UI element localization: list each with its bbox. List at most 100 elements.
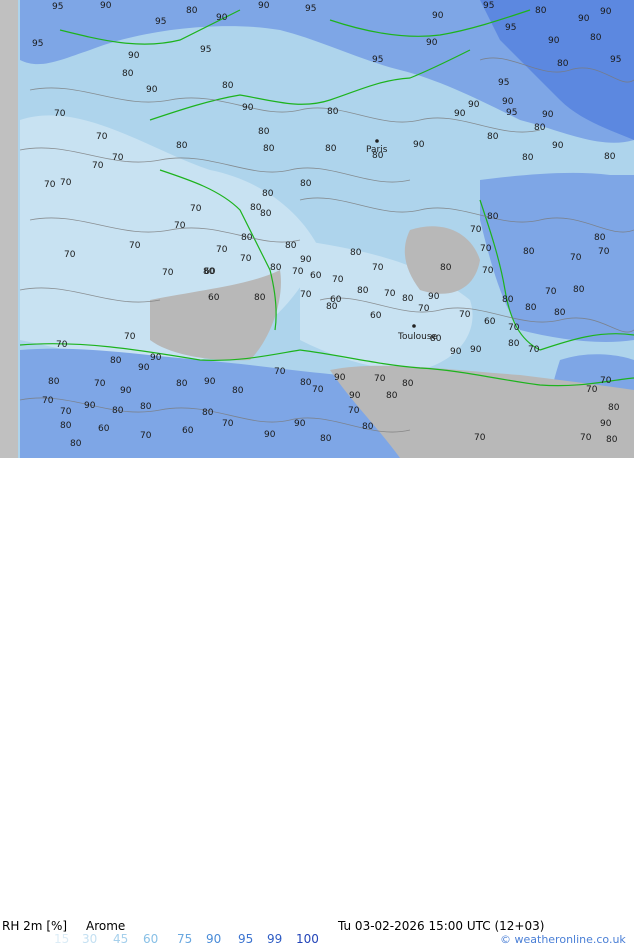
contour-label: 80 <box>525 303 537 313</box>
contour-label: 80 <box>70 439 82 449</box>
contour-label: 80 <box>604 152 616 162</box>
contour-label: 80 <box>590 33 602 43</box>
contour-label: 80 <box>522 153 534 163</box>
contour-label: 90 <box>334 373 346 383</box>
contour-label: 95 <box>506 108 517 118</box>
contour-label: 80 <box>48 377 60 387</box>
contour-label: 95 <box>610 55 621 65</box>
legend-value-90: 90 <box>206 932 222 946</box>
contour-label: 80 <box>110 356 122 366</box>
contour-label: 70 <box>459 310 471 320</box>
contour-label: 60 <box>182 426 194 436</box>
contour-label: 70 <box>312 385 324 395</box>
contour-label: 90 <box>128 51 140 61</box>
contour-label: 80 <box>260 209 272 219</box>
contour-label: 60 <box>310 271 322 281</box>
contour-label: 70 <box>216 245 228 255</box>
contour-label: 70 <box>112 153 124 163</box>
paris-marker <box>375 139 379 143</box>
variable-label: RH 2m [%] <box>2 919 68 933</box>
contour-label: 95 <box>372 55 383 65</box>
toulouse-marker <box>412 324 416 328</box>
contour-label: 70 <box>480 244 492 254</box>
contour-label: 70 <box>418 304 430 314</box>
contour-label: 80 <box>285 241 297 251</box>
contour-label: 95 <box>505 23 516 33</box>
contour-label: 90 <box>146 85 158 95</box>
contour-label: 70 <box>348 406 360 416</box>
contour-label: 70 <box>222 419 234 429</box>
contour-label: 90 <box>349 391 361 401</box>
contour-label: 70 <box>598 247 610 257</box>
contour-label: 70 <box>482 266 494 276</box>
contour-label: 90 <box>120 386 132 396</box>
contour-label: 70 <box>174 221 186 231</box>
contour-label: 80 <box>232 386 244 396</box>
legend-value-95: 95 <box>238 932 254 946</box>
contour-label: 80 <box>241 233 253 243</box>
contour-label: 80 <box>573 285 585 295</box>
contour-label: 80 <box>523 247 535 257</box>
contour-label: 70 <box>96 132 108 142</box>
contour-label: 80 <box>362 422 374 432</box>
contour-label: 90 <box>552 141 564 151</box>
valid-time: Tu 03-02-2026 15:00 UTC (12+03) <box>338 919 545 933</box>
contour-label: 80 <box>325 144 337 154</box>
paris-label: Paris <box>366 145 388 155</box>
contour-label: 70 <box>60 178 72 188</box>
contour-label: 80 <box>186 6 198 16</box>
contour-label: 70 <box>470 225 482 235</box>
contour-label: 80 <box>440 263 452 273</box>
contour-label: 80 <box>508 339 520 349</box>
contour-label: 70 <box>508 323 520 333</box>
contour-label: 70 <box>129 241 141 251</box>
contour-label: 90 <box>100 1 112 11</box>
contour-label: 90 <box>300 255 312 265</box>
contour-label: 80 <box>176 141 188 151</box>
contour-label: 80 <box>557 59 569 69</box>
contour-label: 90 <box>216 13 228 23</box>
contour-label: 90 <box>502 97 514 107</box>
contour-label: 95 <box>52 2 63 12</box>
contour-label: 80 <box>262 189 274 199</box>
contour-label: 80 <box>402 294 414 304</box>
contour-label: 70 <box>332 275 344 285</box>
contour-label: 80 <box>327 107 339 117</box>
contour-label: 90 <box>542 110 554 120</box>
contour-label: 90 <box>600 7 612 17</box>
contour-label: 70 <box>300 290 312 300</box>
contour-label: 80 <box>357 286 369 296</box>
contour-label: 80 <box>263 144 275 154</box>
contour-label: 70 <box>580 433 592 443</box>
contour-label: 80 <box>112 406 124 416</box>
contour-label: 90 <box>428 292 440 302</box>
contour-label: 70 <box>292 267 304 277</box>
contour-label: 70 <box>44 180 56 190</box>
legend-value-99: 99 <box>267 932 283 946</box>
contour-label: 80 <box>487 132 499 142</box>
contour-label: 90 <box>413 140 425 150</box>
contour-label: 90 <box>432 11 444 21</box>
contour-label: 90 <box>470 345 482 355</box>
contour-label: 80 <box>222 81 234 91</box>
weather-map: 95 90 80 90 95 90 90 95 80 90 90 95 95 90 95 95 90 95 90 80… <box>0 0 634 458</box>
contour-label: 70 <box>545 287 557 297</box>
toulouse-label: Toulouse <box>397 332 438 342</box>
contour-label: 70 <box>94 379 106 389</box>
contour-label: 70 <box>54 109 66 119</box>
contour-label: 80 <box>254 293 266 303</box>
contour-label: 90 <box>242 103 254 113</box>
contour-label: 90 <box>450 347 462 357</box>
contour-label: 60 <box>370 311 382 321</box>
contour-label: 80 <box>300 378 312 388</box>
contour-label: 90 <box>426 38 438 48</box>
legend-value-60: 60 <box>143 932 159 946</box>
contour-label: 90 <box>468 100 480 110</box>
contour-label: 90 <box>600 419 612 429</box>
contour-label: 60 <box>98 424 110 434</box>
contour-label: 80 <box>140 402 152 412</box>
contour-label: 70 <box>64 250 76 260</box>
contour-label: 80 <box>202 408 214 418</box>
contour-label: 70 <box>42 396 54 406</box>
rh-map-canvas: 95 90 809095909095 8090909595909595909590 80… <box>0 0 634 458</box>
